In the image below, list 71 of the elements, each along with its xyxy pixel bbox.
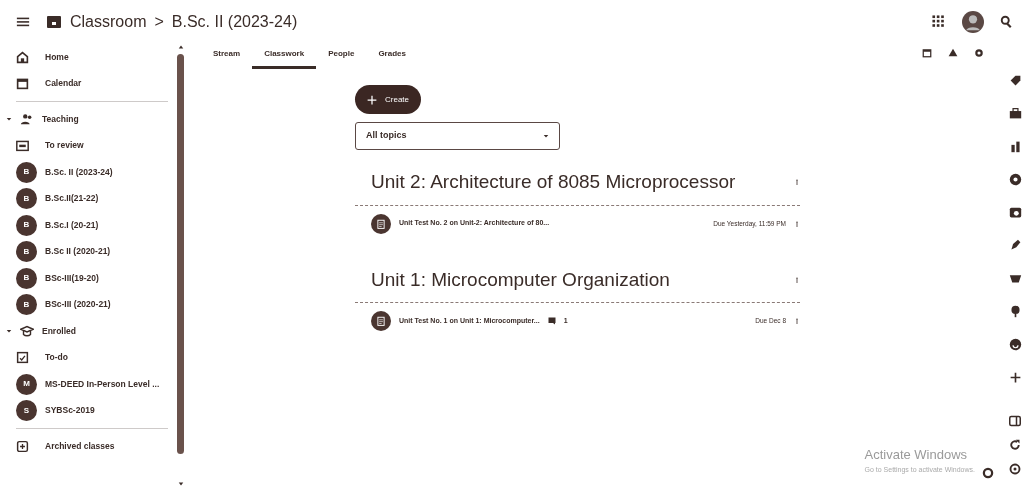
settings-icon[interactable] (1009, 463, 1021, 475)
sidebar-class[interactable]: B B.Sc. II (2023-24) (16, 159, 168, 186)
create-button[interactable]: Create (355, 85, 421, 114)
side-panel-icon[interactable] (1009, 415, 1021, 427)
chat-bubble-icon[interactable] (1008, 338, 1022, 351)
topic-dropdown[interactable]: All topics (355, 122, 560, 150)
sidebar-class[interactable]: M MS-DEED In-Person Level ... (16, 371, 168, 398)
sidebar-section[interactable]: Teaching (6, 106, 168, 133)
class-avatar: B (16, 241, 37, 263)
pin-icon[interactable] (1008, 305, 1022, 318)
home-icon (16, 50, 29, 64)
sidebar-link[interactable]: Calendar (16, 70, 168, 97)
tag-icon[interactable] (1008, 74, 1022, 87)
class-avatar: B (16, 267, 37, 289)
avatar-icon[interactable] (962, 11, 984, 33)
checklist-icon (16, 351, 29, 365)
clipboard-icon (376, 316, 386, 326)
activation-title: Activate Windows (864, 446, 969, 464)
course-title: B.Sc. II (2023-24) (171, 12, 298, 32)
caret-down-icon (6, 328, 12, 335)
sidebar-section[interactable]: Enrolled (6, 318, 168, 345)
class-avatar: M (16, 373, 37, 395)
card-icon[interactable] (1008, 206, 1022, 219)
sidebar-class[interactable]: S SYBSc-2019 (16, 397, 168, 424)
class-avatar: B (16, 161, 37, 183)
sidebar-link[interactable]: Home (16, 44, 168, 71)
app-title[interactable]: Classroom (70, 10, 147, 34)
plus-icon[interactable] (1008, 371, 1022, 384)
sidebar-class[interactable]: B B.Sc II (2020-21) (16, 238, 168, 265)
settings-icon[interactable] (974, 48, 984, 58)
shopping-basket-icon[interactable] (1008, 272, 1022, 285)
tab[interactable]: Classwork (252, 44, 317, 69)
class-avatar: B (16, 214, 37, 236)
briefcase-icon[interactable] (1008, 107, 1022, 120)
caret-down-icon (6, 116, 12, 123)
tab[interactable]: Stream (201, 44, 253, 69)
tab[interactable]: People (316, 44, 367, 69)
sidebar-class[interactable]: B BSc-III(19-20) (16, 265, 168, 292)
clipboard-icon (376, 218, 386, 229)
dropdown-caret-icon (543, 133, 549, 139)
calendar-icon (16, 77, 29, 91)
classroom-logo-icon (46, 14, 62, 30)
class-avatar: S (16, 400, 37, 422)
refresh-icon[interactable] (1009, 439, 1021, 451)
pen-icon[interactable] (1008, 239, 1022, 252)
apps-grid-icon[interactable] (932, 15, 946, 29)
folder-icon (16, 139, 29, 153)
sidebar-link[interactable]: To review (16, 132, 168, 159)
drive-icon[interactable] (948, 48, 958, 58)
breadcrumb-separator: > (154, 12, 164, 32)
sidebar-link[interactable]: Archived classes (16, 433, 168, 460)
ring-icon[interactable] (1008, 173, 1022, 186)
menu-icon[interactable] (16, 15, 30, 29)
plus-icon (367, 94, 377, 105)
tab[interactable]: Grades (366, 44, 418, 69)
comment-icon (547, 317, 556, 325)
topic-title: Unit 2: Architecture of 8085 Microprocessor (371, 170, 736, 194)
scroll-up-icon[interactable] (176, 44, 185, 50)
sidebar-link[interactable]: To-do (16, 344, 168, 371)
search-icon[interactable] (1000, 15, 1014, 29)
sidebar-class[interactable]: B BSc-III (2020-21) (16, 291, 168, 318)
class-avatar: B (16, 294, 37, 316)
topic-title: Unit 1: Microcomputer Organization (371, 267, 670, 292)
graduation-cap-icon (20, 324, 34, 339)
archive-icon (16, 439, 29, 453)
calendar-icon[interactable] (922, 48, 932, 58)
people-icon (20, 112, 34, 127)
sidebar-class[interactable]: B B.Sc.II(21-22) (16, 185, 168, 212)
scrollbar-thumb[interactable] (177, 54, 184, 454)
class-avatar: B (16, 188, 37, 210)
sidebar-class[interactable]: B B.Sc.I (20-21) (16, 212, 168, 239)
